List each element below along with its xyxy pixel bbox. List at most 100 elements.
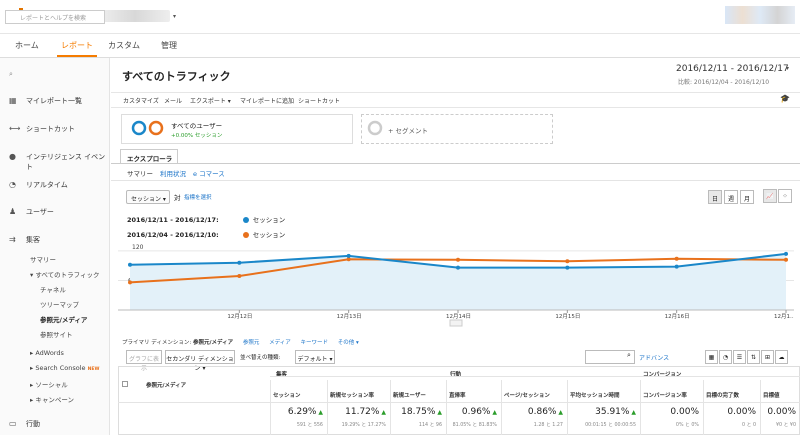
- date-range-picker[interactable]: 2016/12/11 - 2016/12/17: [676, 64, 789, 74]
- up-arrow-icon: ▲: [629, 409, 636, 416]
- column-header[interactable]: セッション: [273, 391, 301, 399]
- group-divider: [270, 376, 800, 377]
- x-tick-label: 12月16日: [665, 313, 690, 320]
- export-button[interactable]: エクスポート ▾: [190, 96, 231, 105]
- add-to-dashboard-button[interactable]: マイレポートに追加: [240, 96, 294, 105]
- data-point[interactable]: [237, 260, 242, 265]
- subtab-divider: [111, 180, 800, 181]
- view-terms-icon[interactable]: ☁: [775, 350, 788, 364]
- sidebar-sub-search-console[interactable]: ▸ Search Console NEW: [30, 364, 99, 372]
- new-badge: NEW: [87, 367, 100, 372]
- view-compare-icon[interactable]: ⇅: [747, 350, 760, 364]
- period-month-button[interactable]: 月: [740, 190, 754, 204]
- metric-value: 35.91% ▲: [595, 407, 636, 417]
- customize-button[interactable]: カスタマイズ: [123, 96, 159, 105]
- dimension-source[interactable]: 参照元: [243, 340, 260, 346]
- metric-comparison: 1.28 と 1.27: [533, 423, 563, 428]
- dimension-medium[interactable]: メディア: [269, 340, 291, 346]
- tab-admin[interactable]: 管理: [161, 40, 177, 51]
- chart-resize-handle[interactable]: [449, 319, 463, 327]
- user-avatar-blurred[interactable]: [725, 6, 795, 24]
- table-top-border: [118, 366, 800, 367]
- metric-select[interactable]: セッション ▾: [126, 190, 170, 204]
- plot-rows-button[interactable]: グラフに表示: [126, 350, 162, 372]
- sidebar-sub-summary[interactable]: サマリー: [30, 254, 56, 264]
- tab-reports[interactable]: レポート: [57, 40, 97, 57]
- dimension-other[interactable]: その他 ▾: [338, 340, 359, 346]
- data-point[interactable]: [784, 251, 788, 256]
- data-point[interactable]: [674, 264, 679, 269]
- education-icon[interactable]: 🎓: [780, 94, 790, 103]
- search-icon: ⌕: [9, 70, 13, 78]
- email-button[interactable]: メール: [164, 96, 182, 105]
- advanced-filter-link[interactable]: アドバンス: [639, 353, 669, 362]
- sidebar-sub-social[interactable]: ▸ ソーシャル: [30, 379, 68, 389]
- segment-circles-icon: [131, 120, 164, 136]
- subtab-ecommerce[interactable]: e コマース: [193, 168, 225, 178]
- column-header[interactable]: 新規ユーザー: [393, 391, 426, 399]
- date-dropdown-icon[interactable]: ▾: [786, 65, 789, 72]
- motion-chart-button[interactable]: ⁘: [778, 189, 792, 203]
- period-week-button[interactable]: 週: [724, 190, 738, 204]
- column-header[interactable]: 直帰率: [449, 391, 466, 399]
- sort-select[interactable]: デフォルト ▾: [295, 350, 335, 364]
- shortcut-button[interactable]: ショートカット: [298, 96, 340, 105]
- metric-value: 11.72% ▲: [345, 407, 386, 417]
- view-percent-icon[interactable]: ◔: [719, 350, 732, 364]
- metric-value: 0.00%: [670, 407, 699, 417]
- metric-comparison: 114 と 96: [418, 423, 442, 428]
- view-performance-icon[interactable]: ☰: [733, 350, 746, 364]
- metric-comparison: 00:01:15 と 00:00:55: [585, 423, 636, 428]
- y-tick-label: 120: [132, 244, 144, 251]
- sidebar-sub-campaigns[interactable]: ▸ キャンペーン: [30, 394, 74, 404]
- view-pivot-icon[interactable]: ⊞: [761, 350, 774, 364]
- data-point[interactable]: [456, 265, 460, 270]
- data-point[interactable]: [565, 259, 570, 264]
- data-point[interactable]: [128, 262, 132, 267]
- up-arrow-icon: ▲: [435, 409, 442, 416]
- sidebar-search-input[interactable]: レポートとヘルプを検索: [5, 10, 105, 24]
- line-chart-button[interactable]: 📈: [763, 189, 777, 203]
- data-point[interactable]: [565, 265, 570, 270]
- subtab-usage[interactable]: 利用状況: [160, 168, 186, 178]
- dimension-keyword[interactable]: キーワード: [300, 340, 328, 346]
- select-metric-link[interactable]: 指標を選択: [184, 193, 212, 201]
- account-dropdown-icon[interactable]: ▾: [173, 13, 176, 20]
- tab-custom[interactable]: カスタム: [108, 40, 140, 51]
- sidebar-sub-all-traffic[interactable]: ▾ すべてのトラフィック: [30, 269, 99, 279]
- data-point[interactable]: [128, 280, 132, 285]
- column-header[interactable]: 目標の完了数: [706, 391, 739, 399]
- sidebar-sub-channels[interactable]: チャネル: [40, 284, 66, 294]
- x-tick-label: 12月1…: [774, 313, 794, 320]
- data-point[interactable]: [346, 253, 351, 258]
- data-point[interactable]: [784, 257, 788, 262]
- sessions-line-chart[interactable]: 1206012月12日12月13日12月14日12月15日12月16日12月1…: [118, 240, 794, 328]
- search-icon[interactable]: ⌕: [627, 351, 631, 360]
- tab-explorer[interactable]: エクスプローラ: [120, 149, 178, 163]
- behavior-icon: ▭: [9, 419, 17, 428]
- subtab-summary[interactable]: サマリー: [127, 168, 153, 178]
- select-all-checkbox[interactable]: [122, 381, 128, 387]
- col-source-medium[interactable]: 参照元/メディア: [146, 381, 186, 389]
- data-point[interactable]: [456, 257, 460, 262]
- sidebar-sub-adwords[interactable]: ▸ AdWords: [30, 349, 64, 357]
- secondary-dimension-select[interactable]: セカンダリ ディメンション ▾: [165, 350, 235, 372]
- column-header[interactable]: 目標値: [763, 391, 780, 399]
- data-point[interactable]: [237, 274, 242, 279]
- column-header[interactable]: 新規セッション率: [330, 391, 374, 399]
- period-day-button[interactable]: 日: [708, 190, 722, 204]
- sidebar-sub-referrals[interactable]: 参照サイト: [40, 329, 73, 339]
- bubble-chart-icon: ⁘: [782, 193, 788, 200]
- sidebar-sub-source-medium[interactable]: 参照元/メディア: [40, 314, 87, 324]
- column-header[interactable]: ページ/セッション: [504, 391, 550, 399]
- x-tick-label: 12月14日: [446, 313, 471, 320]
- column-header[interactable]: 平均セッション時間: [570, 391, 620, 399]
- column-header[interactable]: コンバージョン率: [643, 391, 687, 399]
- data-point[interactable]: [346, 257, 351, 262]
- up-arrow-icon: ▲: [490, 409, 497, 416]
- view-table-icon[interactable]: ▦: [705, 350, 718, 364]
- metric-value: 18.75% ▲: [401, 407, 442, 417]
- tab-home[interactable]: ホーム: [15, 40, 39, 51]
- data-point[interactable]: [674, 256, 679, 261]
- sidebar-sub-treemap[interactable]: ツリーマップ: [40, 299, 79, 309]
